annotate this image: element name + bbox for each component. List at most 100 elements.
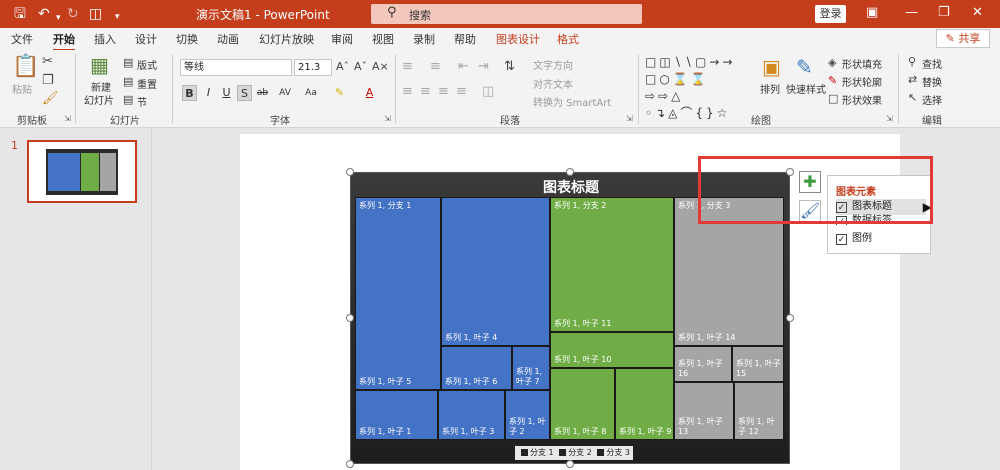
arrange-label[interactable]: 排列 — [760, 81, 780, 96]
treemap-leaf-4[interactable]: 系列 1, 叶子 4 — [441, 197, 550, 346]
align-center-icon[interactable]: ≡ — [420, 85, 431, 99]
new-slide-icon[interactable]: ▦ — [90, 55, 109, 75]
option-legend[interactable]: ✓ 图例 — [836, 231, 926, 247]
tab-home[interactable]: 开始 — [53, 31, 75, 52]
redo-icon[interactable]: ↻ — [67, 5, 79, 23]
shape-effects-label[interactable]: 形状效果 — [842, 92, 882, 107]
treemap-leaf-5[interactable]: 系列 1, 分支 1 系列 1, 叶子 5 — [355, 197, 441, 390]
align-left-icon[interactable]: ≡ — [402, 85, 413, 99]
shape-effects-icon[interactable]: □ — [828, 92, 838, 106]
chart-legend[interactable]: 分支 1 分支 2 分支 3 — [515, 446, 634, 460]
quick-styles-icon[interactable]: ✎ — [796, 57, 813, 77]
treemap-leaf-15[interactable]: 系列 1, 叶子 15 — [732, 346, 784, 382]
treemap-leaf-1[interactable]: 系列 1, 叶子 1 — [355, 390, 438, 440]
treemap-leaf-11[interactable]: 系列 1, 分支 2 系列 1, 叶子 11 — [550, 197, 674, 332]
line-spacing-icon[interactable]: ⇅ — [504, 60, 515, 74]
clear-formatting-icon[interactable]: A⨯ — [372, 60, 389, 74]
find-label[interactable]: 查找 — [922, 56, 942, 71]
customize-toolbar-icon[interactable]: ▾ — [115, 8, 120, 26]
tab-insert[interactable]: 插入 — [94, 31, 116, 47]
treemap-leaf-7[interactable]: 系列 1, 叶子 7 — [512, 346, 550, 390]
present-from-start-icon[interactable]: ◫ — [89, 5, 102, 23]
treemap-leaf-2[interactable]: 系列 1, 叶子 2 — [505, 390, 550, 440]
cut-icon[interactable]: ✂ — [42, 55, 53, 69]
align-text-label[interactable]: 对齐文本 — [533, 76, 573, 91]
numbering-icon[interactable]: ≡ — [430, 60, 441, 74]
tab-view[interactable]: 视图 — [372, 31, 394, 47]
replace-icon[interactable]: ⇄ — [908, 73, 917, 87]
treemap-leaf-14[interactable]: 系列 1, 分支 3 系列 1, 叶子 14 — [674, 197, 784, 346]
quick-styles-label[interactable]: 快速样式 — [786, 81, 826, 96]
minimize-icon[interactable]: — — [905, 5, 918, 20]
increase-font-icon[interactable]: Aˆ — [336, 60, 349, 74]
select-label[interactable]: 选择 — [922, 92, 942, 107]
text-direction-label[interactable]: 文字方向 — [533, 57, 573, 72]
undo-dropdown-icon[interactable]: ▾ — [56, 9, 61, 27]
shape-fill-icon[interactable]: ◈ — [828, 56, 836, 70]
treemap-leaf-12[interactable]: 系列 1, 叶子 12 — [734, 382, 784, 440]
align-right-icon[interactable]: ≡ — [438, 85, 449, 99]
smartart-label[interactable]: 转换为 SmartArt — [533, 94, 611, 109]
treemap-leaf-8[interactable]: 系列 1, 叶子 8 — [550, 368, 615, 440]
share-button[interactable]: ✎ 共享 — [936, 29, 990, 48]
save-icon[interactable]: 🖫 — [14, 5, 26, 23]
maximize-icon[interactable]: ❐ — [938, 5, 950, 20]
close-icon[interactable]: ✕ — [972, 5, 983, 20]
justify-icon[interactable]: ≡ — [456, 85, 467, 99]
resize-handle[interactable] — [786, 314, 794, 322]
tab-slideshow[interactable]: 幻灯片放映 — [259, 31, 314, 47]
section-icon[interactable]: ▤ — [123, 93, 133, 107]
resize-handle[interactable] — [566, 460, 574, 468]
chart-styles-button[interactable]: 🖌 — [799, 200, 821, 222]
treemap-leaf-13[interactable]: 系列 1, 叶子 13 — [674, 382, 734, 440]
slide-thumbnail[interactable] — [27, 140, 137, 203]
font-color-icon[interactable]: A — [362, 85, 377, 101]
tab-transitions[interactable]: 切换 — [176, 31, 198, 47]
chart-elements-button[interactable]: ✚ — [799, 171, 821, 193]
checkbox-checked-icon[interactable]: ✓ — [836, 202, 847, 213]
character-spacing-icon[interactable]: AV — [275, 85, 295, 101]
find-icon[interactable]: ⚲ — [908, 55, 916, 69]
undo-icon[interactable]: ↶ — [38, 5, 50, 23]
checkbox-checked-icon[interactable]: ✓ — [836, 216, 847, 225]
treemap-leaf-3[interactable]: 系列 1, 叶子 3 — [438, 390, 505, 440]
font-launcher-icon[interactable]: ⇲ — [384, 114, 391, 123]
resize-handle[interactable] — [786, 168, 794, 176]
tab-help[interactable]: 帮助 — [454, 31, 476, 47]
resize-handle[interactable] — [346, 460, 354, 468]
section-label[interactable]: 节 — [137, 94, 147, 109]
increase-indent-icon[interactable]: ⇥ — [478, 60, 489, 74]
decrease-indent-icon[interactable]: ⇤ — [458, 60, 469, 74]
italic-icon[interactable]: I — [201, 85, 216, 101]
arrange-icon[interactable]: ▣ — [762, 57, 781, 77]
columns-icon[interactable]: ◫ — [482, 85, 494, 99]
highlight-icon[interactable]: ✎ — [332, 85, 347, 101]
resize-handle[interactable] — [346, 314, 354, 322]
bullets-icon[interactable]: ≡ — [402, 60, 413, 74]
treemap-leaf-6[interactable]: 系列 1, 叶子 6 — [441, 346, 512, 390]
font-size-dropdown[interactable]: 21.3 — [294, 59, 332, 76]
treemap-leaf-10[interactable]: 系列 1, 叶子 10 — [550, 332, 674, 368]
shape-outline-label[interactable]: 形状轮廓 — [842, 74, 882, 89]
copy-icon[interactable]: ❐ — [42, 74, 54, 88]
clipboard-launcher-icon[interactable]: ⇲ — [64, 114, 71, 123]
tab-file[interactable]: 文件 — [11, 31, 33, 47]
tab-chart-design[interactable]: 图表设计 — [496, 31, 540, 47]
resize-handle[interactable] — [566, 168, 574, 176]
tab-design[interactable]: 设计 — [135, 31, 157, 47]
underline-icon[interactable]: U — [219, 85, 234, 101]
reset-icon[interactable]: ▤ — [123, 75, 133, 89]
resize-handle[interactable] — [346, 168, 354, 176]
replace-label[interactable]: 替换 — [922, 74, 942, 89]
tab-record[interactable]: 录制 — [413, 31, 435, 47]
option-data-labels[interactable]: ✓ 数据标签 — [836, 213, 926, 225]
new-slide-label-2[interactable]: 幻灯片 — [84, 92, 114, 107]
paste-label[interactable]: 粘贴 — [12, 81, 32, 96]
bold-icon[interactable]: B — [182, 85, 197, 101]
tab-animations[interactable]: 动画 — [217, 31, 239, 47]
decrease-font-icon[interactable]: Aˇ — [354, 60, 367, 74]
select-icon[interactable]: ↖ — [908, 91, 917, 105]
shapes-gallery[interactable]: □◫∖∖▢→→ □○⌛⌛⇨⇨△ ◦↴◬⌒{}☆ — [645, 54, 745, 120]
chart-title[interactable]: 图表标题 — [351, 177, 791, 197]
paragraph-launcher-icon[interactable]: ⇲ — [626, 114, 633, 123]
